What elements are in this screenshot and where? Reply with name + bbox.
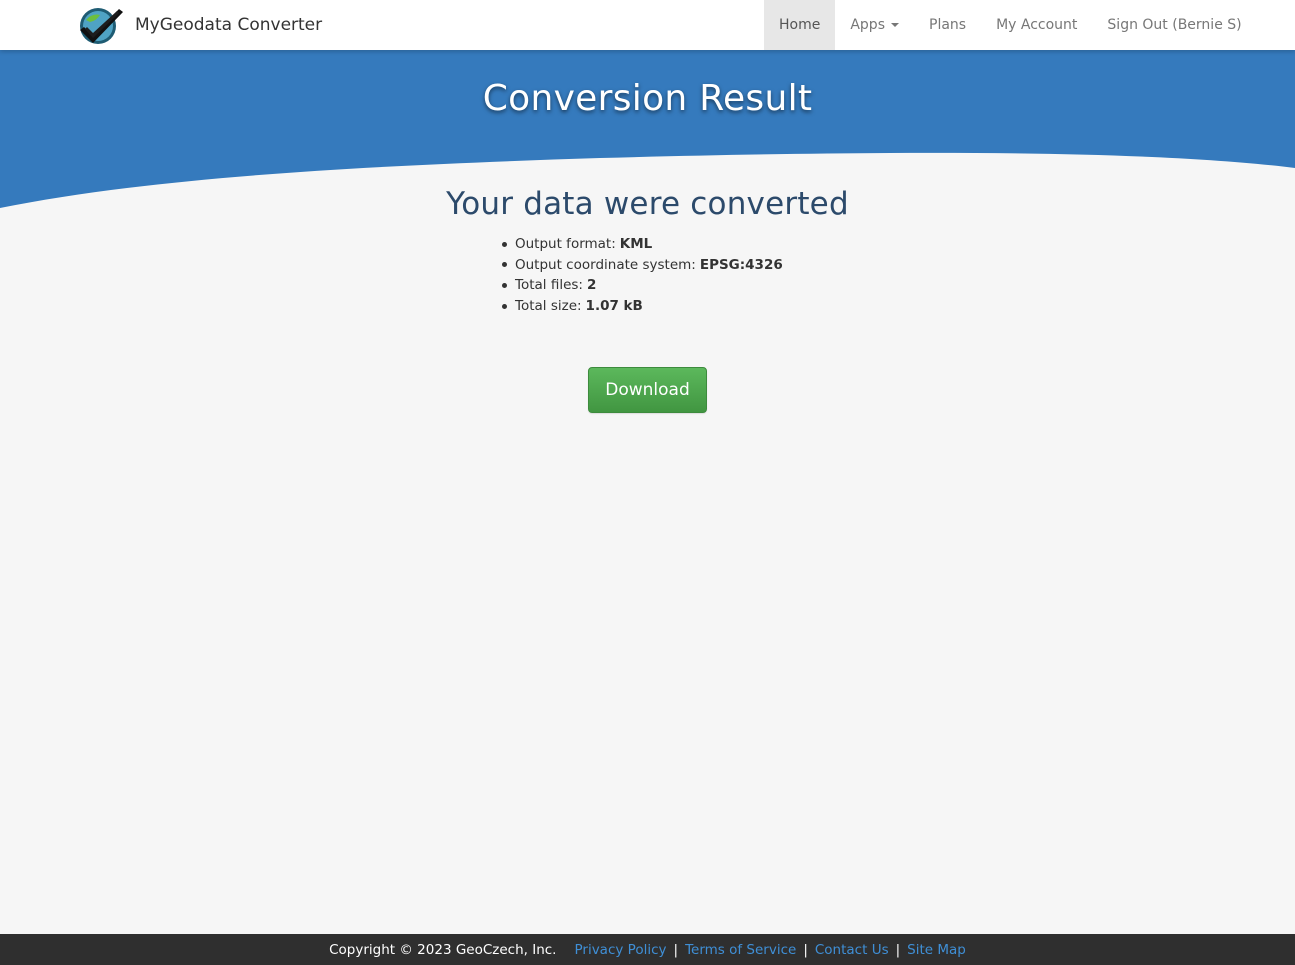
nav-link-plans[interactable]: Plans [914, 0, 981, 50]
result-section: Your data were converted Output format: … [0, 186, 1295, 413]
footer-link-site-map[interactable]: Site Map [907, 942, 966, 958]
nav-item-sign-out: Sign Out (Bernie S) [1092, 0, 1256, 50]
caret-down-icon [891, 23, 899, 27]
bullet-icon [502, 262, 507, 268]
bullet-icon [502, 282, 507, 288]
bullet-icon [502, 241, 507, 247]
list-item-total-files: Total files: 2 [500, 275, 783, 296]
footer-copyright: Copyright © 2023 GeoCzech, Inc. [329, 941, 557, 958]
footer-separator: | [673, 941, 679, 958]
list-item-total-size: Total size: 1.07 kB [500, 296, 783, 317]
nav-item-home: Home [764, 0, 836, 50]
download-button[interactable]: Download [588, 367, 707, 413]
brand-link[interactable]: MyGeodata Converter [78, 5, 322, 45]
detail-value: 1.07 kB [585, 297, 643, 314]
detail-value: 2 [586, 277, 597, 294]
page-title: Conversion Result [482, 78, 813, 119]
footer-separator: | [895, 941, 901, 958]
list-item-coordinate-system: Output coordinate system: EPSG:4326 [500, 255, 783, 276]
page-footer: Copyright © 2023 GeoCzech, Inc. Privacy … [0, 934, 1295, 965]
top-navbar: MyGeodata Converter Home Apps Plans My A… [0, 0, 1295, 50]
main-nav: Home Apps Plans My Account Sign Out (Ber… [764, 0, 1257, 50]
nav-link-home[interactable]: Home [764, 0, 836, 50]
nav-item-apps: Apps [835, 0, 914, 50]
result-heading: Your data were converted [446, 186, 849, 222]
nav-link-sign-out[interactable]: Sign Out (Bernie S) [1092, 0, 1256, 50]
nav-link-apps[interactable]: Apps [835, 0, 914, 50]
footer-link-privacy-policy[interactable]: Privacy Policy [574, 942, 666, 958]
detail-value: KML [619, 236, 653, 252]
footer-separator: | [803, 941, 808, 958]
detail-label: Output coordinate system: [515, 256, 696, 273]
footer-link-contact-us[interactable]: Contact Us [815, 942, 889, 958]
result-details-list: Output format: KML Output coordinate sys… [500, 234, 783, 316]
detail-label: Total size: [515, 297, 582, 314]
detail-value: EPSG:4326 [699, 256, 783, 273]
nav-apps-label: Apps [850, 17, 885, 33]
checkmark-globe-logo-icon [80, 8, 123, 44]
brand-name: MyGeodata Converter [135, 15, 323, 35]
footer-link-terms-of-service[interactable]: Terms of Service [685, 942, 796, 958]
list-item-output-format: Output format: KML [500, 234, 783, 255]
nav-item-plans: Plans [914, 0, 981, 50]
nav-link-my-account[interactable]: My Account [981, 0, 1092, 50]
nav-item-account: My Account [981, 0, 1092, 50]
bullet-icon [502, 303, 507, 309]
detail-label: Output format: [515, 236, 616, 252]
detail-label: Total files: [515, 277, 583, 294]
